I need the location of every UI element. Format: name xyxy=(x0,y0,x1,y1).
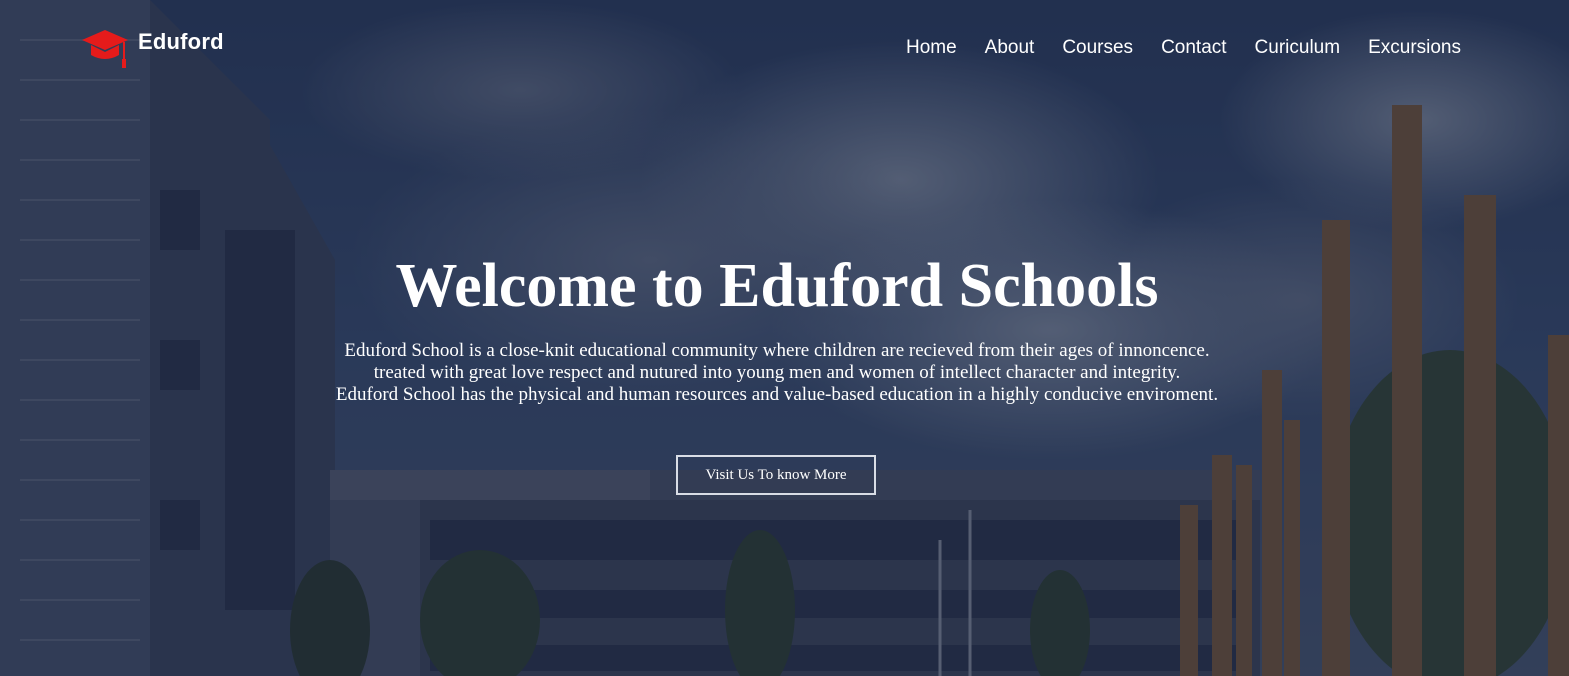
nav-item-courses[interactable]: Courses xyxy=(1062,36,1133,60)
nav-item-home[interactable]: Home xyxy=(906,36,957,60)
nav-item-excursions[interactable]: Excursions xyxy=(1368,36,1461,60)
hero-description-line: Eduford School has the physical and huma… xyxy=(335,384,1219,405)
nav-item-contact[interactable]: Contact xyxy=(1161,36,1226,60)
hero-description-line: treated with great love respect and nutu… xyxy=(373,362,1181,383)
visit-us-button[interactable]: Visit Us To know More xyxy=(676,455,876,495)
nav-item-curiculum[interactable]: Curiculum xyxy=(1255,36,1341,60)
hero-description-line: Eduford School is a close-knit education… xyxy=(344,340,1210,361)
hero-section: Eduford Home About Courses Contact Curic… xyxy=(0,0,1569,676)
brand-name: Eduford xyxy=(138,29,224,54)
hero-title: Welcome to Eduford Schools xyxy=(395,252,1159,320)
hero-content: Welcome to Eduford Schools Eduford Schoo… xyxy=(0,250,1554,406)
brand-logo[interactable]: Eduford xyxy=(80,26,224,70)
graduation-cap-icon xyxy=(82,30,128,68)
nav-item-about[interactable]: About xyxy=(985,36,1035,60)
main-nav: Home About Courses Contact Curiculum Exc… xyxy=(878,36,1461,60)
hero-description: Eduford School is a close-knit education… xyxy=(0,340,1554,406)
